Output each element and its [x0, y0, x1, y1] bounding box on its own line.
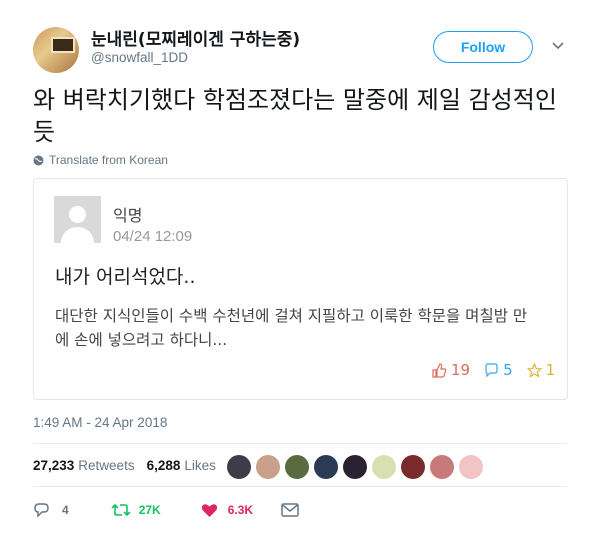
divider	[33, 443, 567, 444]
liker-avatar[interactable]	[314, 455, 338, 479]
reply-icon	[34, 503, 49, 518]
post-reactions: 19 5 1	[432, 361, 555, 379]
likes-count[interactable]: 6,288	[147, 458, 181, 473]
message-button[interactable]	[281, 503, 299, 517]
retweets-label[interactable]: Retweets	[78, 458, 134, 473]
post-author: 익명	[113, 206, 143, 225]
user-handle[interactable]: @snowfall_1DD	[91, 50, 188, 65]
liker-avatars	[227, 455, 483, 479]
liker-avatar[interactable]	[227, 455, 251, 479]
post-body: 대단한 지식인들이 수백 수천년에 걸쳐 지필하고 이룩한 학문을 며칠밤 만에…	[55, 307, 528, 349]
user-avatar[interactable]	[33, 27, 79, 73]
reply-count: 4	[62, 503, 69, 517]
follow-button[interactable]: Follow	[433, 31, 533, 63]
like-button[interactable]: 6.3K	[201, 502, 253, 518]
liker-avatar[interactable]	[401, 455, 425, 479]
post-date: 04/24 12:09	[113, 228, 193, 245]
chevron-down-icon[interactable]	[551, 39, 565, 53]
liker-avatar[interactable]	[459, 455, 483, 479]
translate-label[interactable]: Translate from Korean	[49, 153, 168, 167]
display-name[interactable]: 눈내린(모찌레이겐 구하는중)	[91, 25, 300, 50]
star-icon	[526, 362, 542, 378]
tweet-text: 와 벼락치기했다 학점조졌다는 말중에 제일 감성적인듯	[33, 86, 557, 146]
liker-avatar[interactable]	[372, 455, 396, 479]
like-count: 6.3K	[227, 503, 254, 517]
envelope-icon	[281, 503, 299, 517]
retweet-count: 27K	[138, 503, 161, 517]
liker-avatar[interactable]	[285, 455, 309, 479]
post-scrap: 1	[526, 361, 556, 379]
thumbs-up-icon	[432, 362, 447, 378]
globe-icon	[33, 155, 44, 165]
liker-avatar[interactable]	[343, 455, 367, 479]
translate-link[interactable]: Translate from Korean	[33, 153, 168, 167]
post-comment: 5	[484, 361, 513, 379]
likes-label[interactable]: Likes	[184, 458, 216, 473]
divider	[33, 486, 567, 487]
tweet-stats: 27,233 Retweets 6,288 Likes	[33, 458, 216, 473]
liker-avatar[interactable]	[430, 455, 454, 479]
retweet-button[interactable]: 27K	[111, 502, 161, 518]
liker-avatar[interactable]	[256, 455, 280, 479]
post-scrap-count: 1	[545, 361, 556, 379]
post-like: 19	[432, 361, 470, 379]
comment-icon	[485, 362, 498, 377]
post-like-count: 19	[451, 361, 471, 379]
tweet-timestamp[interactable]: 1:49 AM - 24 Apr 2018	[33, 415, 167, 430]
post-title: 내가 어리석었다..	[55, 266, 196, 288]
reply-button[interactable]: 4	[33, 502, 69, 518]
retweet-icon	[111, 503, 131, 517]
tweet-actions: 4 27K 6.3K	[33, 502, 299, 518]
post-comment-count: 5	[503, 361, 513, 379]
anonymous-avatar	[54, 196, 101, 243]
heart-icon	[201, 504, 217, 517]
retweets-count[interactable]: 27,233	[33, 458, 74, 473]
